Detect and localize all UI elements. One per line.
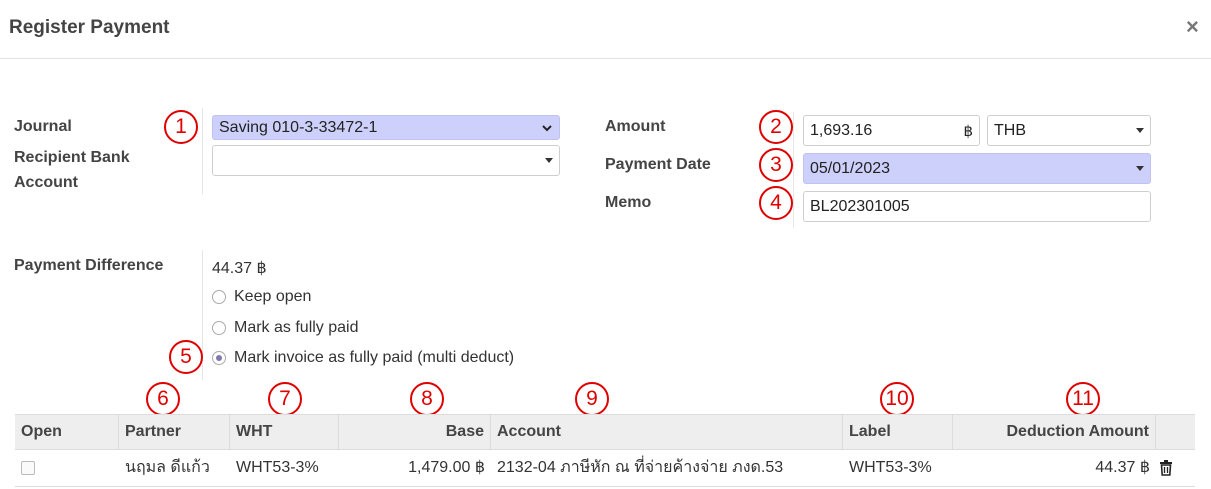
journal-select[interactable]: Saving 010-3-33472-1	[212, 115, 560, 140]
annotation-marker-2: 2	[759, 110, 793, 144]
currency-select[interactable]: THB	[987, 115, 1151, 146]
dialog-title: Register Payment	[9, 17, 170, 38]
payment-date-input[interactable]: 05/01/2023	[803, 153, 1151, 184]
column-deduction-amount[interactable]: Deduction Amount	[953, 415, 1156, 449]
caret-down-icon	[1136, 128, 1144, 133]
cell-account[interactable]: 2132-04 ภาษีหัก ณ ที่จ่ายค้างจ่าย ภงด.53	[491, 450, 843, 486]
cell-partner[interactable]: นฤมล ดีแก้ว	[119, 450, 230, 486]
annotation-marker-4: 4	[759, 186, 793, 220]
column-partner[interactable]: Partner	[119, 415, 230, 449]
column-base[interactable]: Base	[339, 415, 491, 449]
annotation-marker-9: 9	[575, 382, 609, 416]
radio-label: Mark invoice as fully paid (multi deduct…	[234, 349, 515, 366]
annotation-marker-10: 10	[880, 382, 914, 416]
radio-label: Mark as fully paid	[234, 319, 359, 336]
memo-input[interactable]: BL202301005	[803, 191, 1151, 222]
column-label[interactable]: Label	[843, 415, 953, 449]
annotation-marker-8: 8	[410, 382, 444, 416]
label-separator	[202, 108, 203, 194]
payment-date-label: Payment Date	[605, 156, 711, 173]
recipient-bank-select[interactable]	[212, 145, 560, 176]
annotation-marker-7: 7	[268, 382, 302, 416]
column-account[interactable]: Account	[491, 415, 843, 449]
radio-button[interactable]	[212, 321, 226, 335]
cell-wht[interactable]: WHT53-3%	[230, 450, 339, 486]
annotation-marker-1: 1	[164, 110, 198, 144]
table-header: Open Partner WHT Base Account Label Dedu…	[15, 414, 1195, 450]
memo-value: BL202301005	[810, 197, 910, 215]
payment-difference-label: Payment Difference	[14, 257, 164, 274]
journal-value: Saving 010-3-33472-1	[219, 118, 378, 136]
radio-mark-fully-paid[interactable]: Mark as fully paid	[212, 319, 359, 337]
currency-value: THB	[994, 121, 1026, 139]
deduction-table: Open Partner WHT Base Account Label Dedu…	[15, 414, 1195, 487]
payment-date-value: 05/01/2023	[810, 159, 891, 177]
cell-deduction-amount[interactable]: 44.37 ฿	[953, 450, 1156, 486]
annotation-marker-11: 11	[1066, 382, 1100, 416]
trash-icon[interactable]	[1159, 460, 1173, 476]
column-wht[interactable]: WHT	[230, 415, 339, 449]
radio-label: Keep open	[234, 288, 312, 305]
column-actions	[1156, 415, 1195, 449]
annotation-marker-3: 3	[759, 148, 793, 182]
recipient-bank-label-line1: Recipient Bank	[14, 149, 130, 166]
radio-mark-invoice-multi-deduct[interactable]: Mark invoice as fully paid (multi deduct…	[212, 349, 514, 367]
annotation-marker-6: 6	[146, 382, 180, 416]
recipient-bank-label-line2: Account	[14, 174, 78, 191]
column-open[interactable]: Open	[15, 415, 119, 449]
amount-input[interactable]: 1,693.16 ฿	[803, 115, 980, 146]
currency-symbol: ฿	[963, 122, 973, 140]
radio-button-selected[interactable]	[212, 351, 226, 365]
caret-down-icon	[545, 158, 553, 163]
memo-label: Memo	[605, 194, 652, 211]
cell-label[interactable]: WHT53-3%	[843, 450, 953, 486]
amount-label: Amount	[605, 118, 666, 135]
amount-value: 1,693.16	[810, 121, 873, 139]
dialog-header: Register Payment ×	[0, 0, 1211, 59]
caret-down-icon	[1136, 166, 1144, 171]
annotation-marker-5: 5	[169, 340, 203, 374]
label-separator-right	[793, 112, 794, 228]
radio-button[interactable]	[212, 290, 226, 304]
cell-base[interactable]: 1,479.00 ฿	[339, 450, 491, 486]
close-icon[interactable]: ×	[1186, 14, 1199, 40]
payment-difference-value: 44.37 ฿	[212, 260, 267, 277]
chevron-down-icon	[542, 124, 552, 131]
table-row[interactable]: นฤมล ดีแก้ว WHT53-3% 1,479.00 ฿ 2132-04 …	[15, 450, 1195, 487]
radio-keep-open[interactable]: Keep open	[212, 288, 311, 306]
journal-label: Journal	[14, 118, 72, 135]
open-checkbox[interactable]	[21, 461, 35, 475]
